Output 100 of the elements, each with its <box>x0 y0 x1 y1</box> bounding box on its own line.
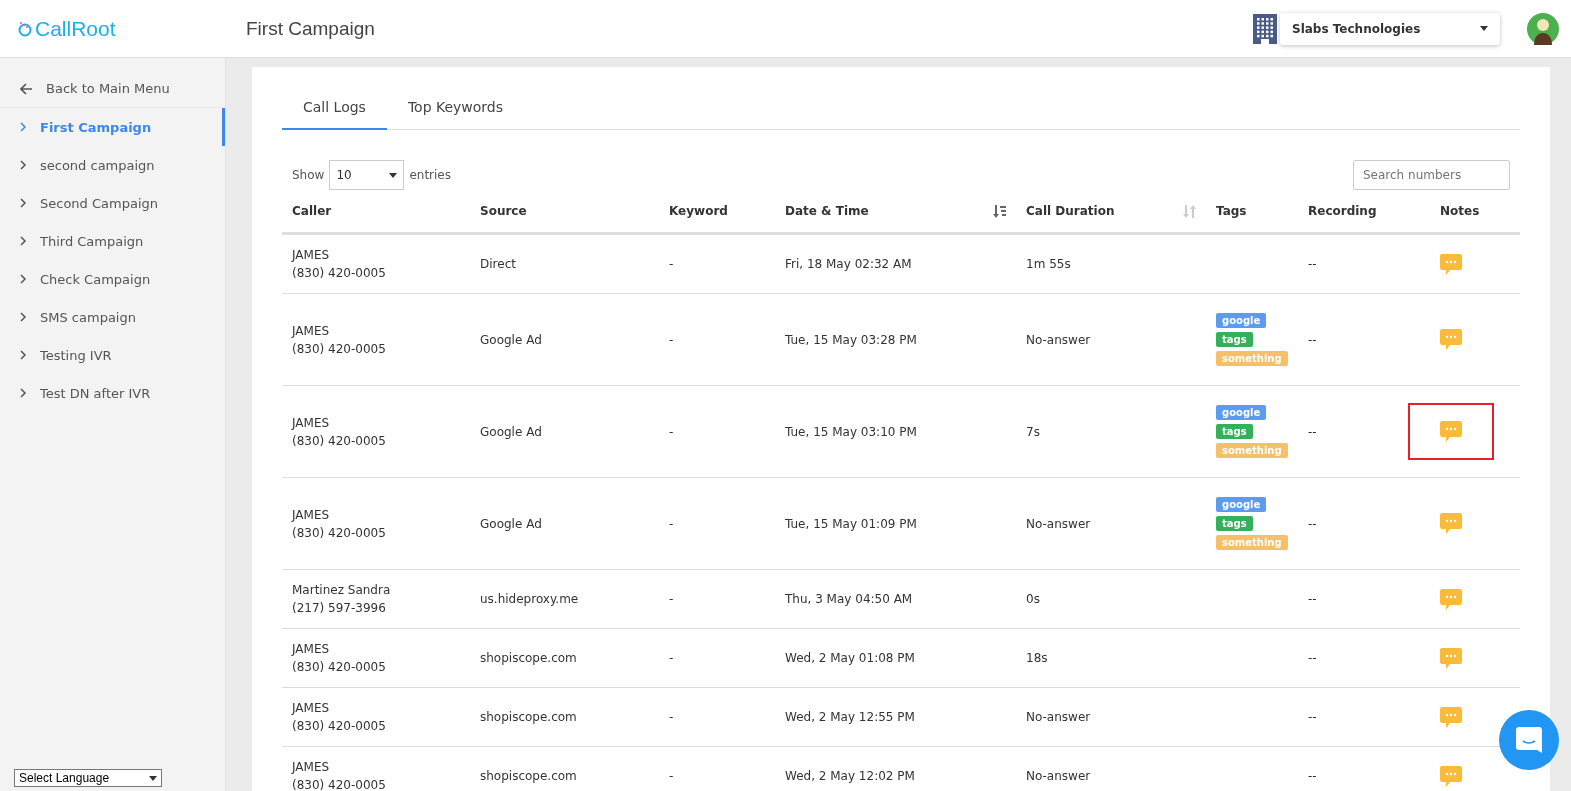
building-icon <box>1253 13 1277 44</box>
table-cell-text: Wed, 2 May 12:55 PM <box>784 709 916 726</box>
tag: something <box>1216 443 1288 458</box>
table-cell-text: Wed, 2 May 01:08 PM <box>784 650 916 667</box>
avatar[interactable] <box>1527 12 1559 45</box>
entries-select[interactable]: 10 <box>329 160 405 190</box>
table-cell-text: -- <box>1307 515 1318 533</box>
sort-icon[interactable] <box>993 204 1006 218</box>
caller-cell-text: JAMES (830) 420-0005 <box>290 641 387 676</box>
table-cell-text: No-answer <box>1025 331 1092 349</box>
sidebar-item[interactable]: second campaign <box>0 146 225 184</box>
arrow-left-icon <box>20 82 33 95</box>
comment-icon[interactable] <box>1440 647 1462 669</box>
table-cell-text: 7s <box>1025 423 1041 441</box>
caller-cell-text: JAMES (830) 420-0005 <box>290 700 387 735</box>
column-header: Caller <box>292 204 332 218</box>
table-cell-text: - <box>668 709 675 726</box>
chevron-right-icon <box>20 388 27 398</box>
caret-icon <box>149 775 157 781</box>
caret-icon <box>1480 26 1488 31</box>
table-cell-text: - <box>668 423 675 441</box>
search-field[interactable]: Search numbers <box>1353 160 1510 190</box>
comment-icon[interactable] <box>1440 706 1462 728</box>
tag: google <box>1216 313 1267 328</box>
table-cell-text: Google Ad <box>479 515 543 533</box>
table-cell-text: -- <box>1307 650 1318 667</box>
column-header: Keyword <box>669 204 728 218</box>
table-cell-text: No-answer <box>1025 768 1092 785</box>
table-cell-text: - <box>668 515 675 533</box>
chevron-right-icon <box>20 236 27 246</box>
column-header: Date & Time <box>785 204 869 218</box>
column-header: Tags <box>1216 204 1247 218</box>
table-cell-text: - <box>668 331 675 349</box>
comment-icon[interactable] <box>1440 588 1462 610</box>
table-cell-text: Tue, 15 May 03:28 PM <box>784 331 918 349</box>
comment-icon[interactable] <box>1440 329 1462 350</box>
tag: google <box>1216 405 1267 420</box>
table-cell-text: - <box>668 768 675 785</box>
sidebar-item[interactable]: Check Campaign <box>0 260 225 298</box>
tag: something <box>1216 535 1288 550</box>
company-select[interactable]: Slabs Technologies <box>1280 12 1500 45</box>
chevron-right-icon <box>20 350 27 360</box>
caret-icon <box>389 172 398 178</box>
caller-cell-text: JAMES (830) 420-0005 <box>290 759 387 791</box>
table-cell-text: shopiscope.com <box>479 768 578 785</box>
table-cell-text: -- <box>1307 591 1318 608</box>
caller-cell-text: JAMES (830) 420-0005 <box>290 322 387 358</box>
tab[interactable]: Top Keywords <box>386 91 525 130</box>
column-header: Source <box>480 204 527 218</box>
chevron-right-icon <box>20 122 27 132</box>
entries-label: entries <box>409 168 451 182</box>
table-cell-text: - <box>668 256 675 273</box>
table-cell-text: -- <box>1307 423 1318 441</box>
sidebar-item[interactable]: SMS campaign <box>0 298 225 336</box>
table-cell-text: Fri, 18 May 02:32 AM <box>784 256 913 273</box>
table-cell-text: 18s <box>1025 650 1049 667</box>
table-cell-text: No-answer <box>1025 709 1092 726</box>
column-header: Call Duration <box>1026 204 1115 218</box>
back-link[interactable]: Back to Main Menu <box>0 70 225 108</box>
comment-icon[interactable] <box>1440 765 1462 787</box>
caller-cell-text: JAMES (830) 420-0005 <box>290 247 387 282</box>
caller-cell-text: JAMES (830) 420-0005 <box>290 414 387 450</box>
comment-icon[interactable] <box>1440 253 1462 275</box>
table-cell-text: Direct <box>479 256 517 273</box>
sidebar-item[interactable]: Third Campaign <box>0 222 225 260</box>
tag: something <box>1216 351 1288 366</box>
table-cell-text: No-answer <box>1025 515 1092 533</box>
chat-icon <box>1515 726 1543 754</box>
sidebar-item[interactable]: Testing IVR <box>0 336 225 374</box>
column-header: Recording <box>1308 204 1377 218</box>
table-cell-text: shopiscope.com <box>479 709 578 726</box>
caller-cell-text: Martinez Sandra (217) 597-3996 <box>291 582 392 617</box>
language-select[interactable]: Select Language <box>14 769 162 787</box>
table-cell-text: 1m 55s <box>1025 256 1072 273</box>
column-header: Notes <box>1440 204 1480 218</box>
table-cell-text: Tue, 15 May 01:09 PM <box>784 515 918 533</box>
tag: tags <box>1216 332 1253 347</box>
logo-icon <box>18 20 32 37</box>
sidebar-item[interactable]: Second Campaign <box>0 184 225 222</box>
table-cell-text: Thu, 3 May 04:50 AM <box>784 591 914 608</box>
caller-cell-text: JAMES (830) 420-0005 <box>290 506 387 542</box>
tag: tags <box>1216 424 1253 439</box>
logo-text: CallRoot <box>35 16 116 41</box>
tab[interactable]: Call Logs <box>282 91 387 130</box>
chevron-right-icon <box>20 312 27 322</box>
sidebar-item[interactable]: Test DN after IVR <box>0 374 225 412</box>
table-cell-text: - <box>668 650 675 667</box>
chevron-right-icon <box>20 160 27 170</box>
chevron-right-icon <box>20 274 27 284</box>
table-cell-text: - <box>668 591 675 608</box>
show-label: Show <box>292 168 325 182</box>
chevron-right-icon <box>20 198 27 208</box>
tag: google <box>1216 497 1267 512</box>
table-cell-text: -- <box>1307 709 1318 726</box>
comment-icon[interactable] <box>1440 421 1462 442</box>
table-cell-text: Tue, 15 May 03:10 PM <box>784 423 918 441</box>
table-cell-text: us.hideproxy.me <box>479 591 580 608</box>
comment-icon[interactable] <box>1440 513 1462 534</box>
table-cell-text: shopiscope.com <box>479 650 578 667</box>
table-cell-text: Wed, 2 May 12:02 PM <box>784 768 916 785</box>
